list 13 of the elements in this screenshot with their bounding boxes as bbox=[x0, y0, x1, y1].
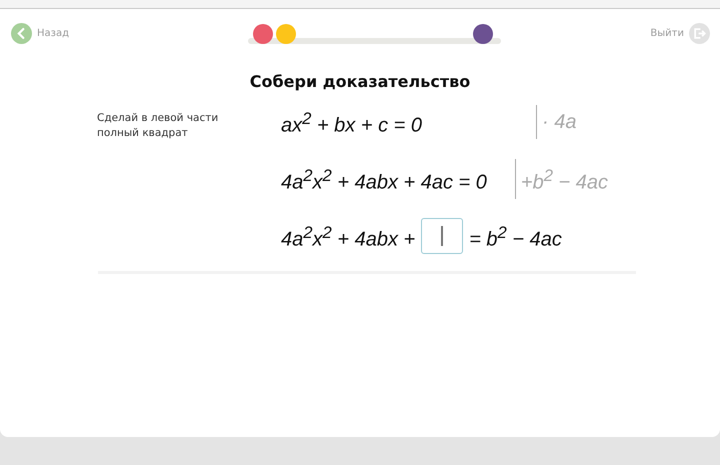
task-title: Собери доказательство bbox=[248, 72, 472, 91]
equation: 4a$^{2}$x$^{2}$ + 4abx + bbox=[281, 222, 416, 252]
hint-text: Сделай в левой части полный квадрат bbox=[97, 111, 220, 141]
exit-button[interactable]: Выйти bbox=[650, 22, 710, 44]
equation: ax$^{2}$ + bx + c = 0 bbox=[281, 108, 422, 138]
answer-box[interactable] bbox=[421, 218, 464, 254]
back-icon bbox=[11, 22, 32, 44]
equation-note: +b$^{2}$ − 4ac bbox=[514, 158, 608, 200]
back-button[interactable]: Назад bbox=[11, 22, 70, 44]
equation: 4a$^{2}$x$^{2}$ + 4abx + 4ac = 0 bbox=[281, 164, 487, 196]
equation-note: · 4a bbox=[536, 105, 576, 139]
exit-icon bbox=[688, 22, 710, 44]
equation: = b$^{2}$ − 4ac bbox=[469, 222, 562, 252]
